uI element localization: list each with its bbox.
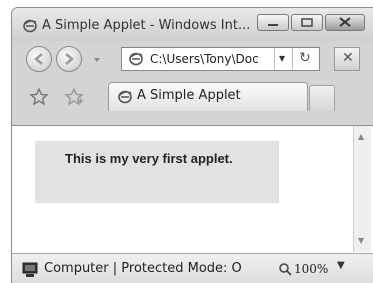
computer-icon [22,262,38,277]
refresh-button[interactable]: ↻ [292,48,319,70]
ie-page-icon [118,90,132,104]
window-title: A Simple Applet - Windows Int... [42,18,251,33]
ie-page-icon [129,52,143,66]
title-bar: A Simple Applet - Windows Int... [12,8,373,41]
recent-pages-chevron-icon[interactable] [92,55,102,65]
maximize-button[interactable] [291,14,323,31]
zoom-level[interactable]: 100% [294,262,328,276]
stop-button[interactable]: ✕ [334,47,360,71]
ie-page-icon [23,19,37,33]
forward-button[interactable] [56,46,82,72]
add-favorites-icon[interactable] [64,87,84,107]
minimize-icon [268,24,278,26]
address-dropdown-button[interactable]: ▾ [274,48,292,70]
tab-a-simple-applet[interactable]: A Simple Applet [108,82,308,111]
minimize-button[interactable] [257,14,289,31]
refresh-icon: ↻ [299,50,311,66]
chevron-down-icon: ▾ [279,51,286,65]
stop-icon: ✕ [342,50,354,66]
tab-bar: A Simple Applet [12,79,373,111]
close-button[interactable] [325,14,365,31]
scroll-down-arrow-icon[interactable]: ▼ [358,236,364,245]
magnifier-icon [279,263,292,276]
address-value[interactable]: C:\Users\Tony\Doc [150,52,259,66]
new-tab-button[interactable] [309,85,335,111]
scroll-up-arrow-icon[interactable]: ▲ [358,132,364,141]
page-content: This is my very first applet. ▲ ▼ [12,125,373,253]
forward-arrow-icon [65,53,74,65]
security-zone-text[interactable]: Computer | Protected Mode: O [44,261,242,276]
status-bar: Computer | Protected Mode: O 100% ▼ [12,253,373,283]
back-arrow-icon [34,53,43,65]
applet-text: This is my very first applet. [65,151,233,166]
tab-label: A Simple Applet [137,88,241,103]
maximize-icon [301,18,313,27]
zoom-dropdown-icon[interactable]: ▼ [337,260,345,271]
back-button[interactable] [26,46,52,72]
close-icon [339,17,351,27]
browser-window: A Simple Applet - Windows Int... C:\User… [11,7,373,283]
star-icon[interactable] [29,87,49,107]
applet-area[interactable]: This is my very first applet. [35,141,279,203]
vertical-scrollbar[interactable]: ▲ ▼ [353,126,371,252]
address-bar[interactable]: C:\Users\Tony\Doc ▾ ↻ [121,47,320,71]
navigation-bar: C:\Users\Tony\Doc ▾ ↻ ✕ [12,42,373,76]
